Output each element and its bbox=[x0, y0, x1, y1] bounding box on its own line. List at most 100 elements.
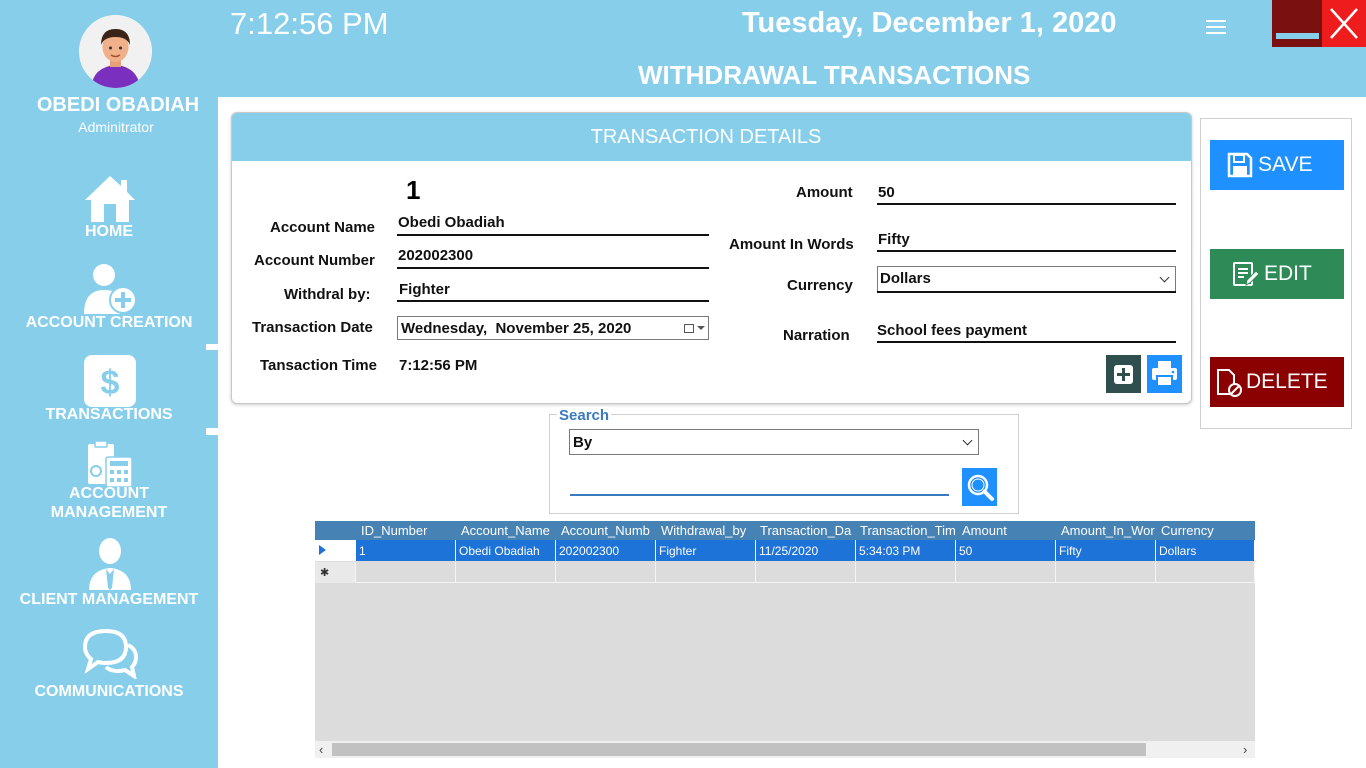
grid-cell[interactable] bbox=[856, 562, 956, 583]
grid-cell[interactable]: 50 bbox=[956, 540, 1056, 561]
grid-cell[interactable]: 5:34:03 PM bbox=[856, 540, 956, 561]
plus-icon bbox=[1114, 365, 1133, 384]
grid-cell[interactable]: 1 bbox=[356, 540, 456, 561]
amount-words-field[interactable]: Fifty bbox=[878, 231, 910, 248]
currency-label: Currency bbox=[787, 277, 853, 294]
column-header[interactable]: Currency bbox=[1161, 523, 1255, 538]
minimize-button[interactable] bbox=[1272, 0, 1322, 47]
add-user-icon bbox=[84, 264, 137, 314]
amount-underline bbox=[877, 203, 1176, 205]
print-button[interactable] bbox=[1147, 355, 1182, 393]
column-header[interactable]: Transaction_Da bbox=[760, 523, 855, 538]
grid-cell[interactable]: Fighter bbox=[656, 540, 756, 561]
sidebar: OBEDI OBADIAH Admin​itrator HOME ACCOUNT… bbox=[0, 0, 218, 768]
transaction-date-label: Transaction Date bbox=[252, 319, 373, 336]
client-icon bbox=[89, 538, 131, 590]
horizontal-scrollbar[interactable]: ‹ › bbox=[315, 741, 1255, 758]
transaction-details-panel: TRANSACTION DETAILS 1 Account Name Obedi… bbox=[231, 112, 1192, 404]
scroll-right-icon[interactable]: › bbox=[1243, 742, 1247, 757]
column-header[interactable]: Amount_In_Wor bbox=[1061, 523, 1156, 538]
account-number-label: Account Number bbox=[254, 252, 375, 269]
grid-cell[interactable] bbox=[1056, 562, 1156, 583]
amount-field[interactable]: 50 bbox=[878, 184, 895, 201]
details-header: TRANSACTION DETAILS bbox=[232, 113, 1191, 161]
nav-home-label: HOME bbox=[85, 223, 133, 240]
grid-cell[interactable] bbox=[656, 562, 756, 583]
table-row[interactable]: 1 Obedi Obadiah 202002300 Fighter 11/25/… bbox=[315, 540, 1255, 561]
search-by-select[interactable]: By bbox=[569, 429, 979, 455]
nav-account-creation[interactable]: ACCOUNT CREATION bbox=[0, 260, 218, 335]
nav-transactions-label: TRANSACTIONS bbox=[45, 406, 173, 423]
minimize-icon bbox=[1276, 33, 1319, 39]
save-button[interactable]: SAVE bbox=[1210, 140, 1344, 190]
search-input[interactable] bbox=[570, 470, 949, 496]
grid-cell[interactable] bbox=[756, 562, 856, 583]
transaction-date-picker[interactable]: Wednesday, November 25, 2020 bbox=[397, 316, 709, 340]
chat-icon bbox=[82, 629, 138, 679]
grid-cell[interactable] bbox=[1156, 562, 1255, 583]
edit-button[interactable]: EDIT bbox=[1210, 249, 1344, 299]
delete-button[interactable]: DELETE bbox=[1210, 357, 1344, 407]
nav-transactions[interactable]: $ TRANSACTIONS bbox=[0, 350, 218, 428]
search-button[interactable] bbox=[962, 468, 997, 506]
new-row-icon: ✱ bbox=[320, 567, 330, 579]
chevron-down-icon bbox=[962, 435, 973, 446]
scrollbar-thumb[interactable] bbox=[332, 743, 1146, 756]
nav-account-management-label-line1: ACCOUNT bbox=[69, 485, 149, 502]
close-icon bbox=[1330, 8, 1358, 39]
search-by-value: By bbox=[573, 434, 593, 451]
column-header[interactable]: ID_Number bbox=[361, 523, 456, 538]
currency-select[interactable]: Dollars bbox=[877, 266, 1176, 292]
grid-cell[interactable]: Obedi Obadiah bbox=[456, 540, 556, 561]
page-title: WITHDRAWAL TRANSACTIONS bbox=[638, 60, 1031, 90]
current-row-icon bbox=[319, 545, 326, 555]
column-header[interactable]: Account_Numb bbox=[561, 523, 656, 538]
grid-cell[interactable]: Dollars bbox=[1156, 540, 1255, 561]
nav-account-management[interactable]: ACCOUNT MANAGEMENT bbox=[0, 440, 218, 522]
details-title: TRANSACTION DETAILS bbox=[590, 126, 822, 148]
account-name-field[interactable]: Obedi Obadiah bbox=[398, 214, 505, 231]
amount-words-underline bbox=[877, 250, 1176, 252]
column-header[interactable]: Withdrawal_by bbox=[661, 523, 756, 538]
new-row[interactable]: ✱ bbox=[315, 562, 1255, 583]
nav-client-management[interactable]: CLIENT MANAGEMENT bbox=[0, 535, 218, 610]
currency-underline bbox=[877, 291, 1176, 293]
user-role: Admin​itrator bbox=[78, 119, 154, 135]
column-header[interactable]: Transaction_Tim bbox=[860, 523, 955, 538]
account-number-field[interactable]: 202002300 bbox=[398, 247, 473, 264]
row-header[interactable] bbox=[315, 540, 356, 561]
column-header[interactable]: Amount bbox=[962, 523, 1057, 538]
narration-field[interactable]: School fees payment bbox=[877, 322, 1027, 339]
nav-communications-label: COMMUNICATIONS bbox=[34, 683, 184, 700]
avatar-icon bbox=[79, 15, 152, 88]
hamburger-menu-icon[interactable] bbox=[1206, 18, 1226, 34]
amount-label: Amount bbox=[796, 184, 853, 201]
withdrawn-by-label: Withdral by: bbox=[284, 286, 371, 303]
nav-communications[interactable]: COMMUNICATIONS bbox=[0, 625, 218, 703]
home-icon bbox=[85, 176, 135, 222]
grid-cell[interactable]: 11/25/2020 bbox=[756, 540, 856, 561]
dropdown-arrow-icon bbox=[697, 326, 705, 330]
add-button[interactable] bbox=[1106, 355, 1141, 393]
nav-account-creation-label: ACCOUNT CREATION bbox=[25, 314, 193, 331]
grid-cell[interactable]: 202002300 bbox=[556, 540, 656, 561]
dollar-icon: $ bbox=[84, 355, 136, 407]
grid-cell[interactable] bbox=[956, 562, 1056, 583]
currency-value: Dollars bbox=[880, 270, 931, 287]
row-header[interactable]: ✱ bbox=[315, 562, 356, 583]
withdrawn-by-field[interactable]: Fighter bbox=[399, 281, 450, 298]
close-button[interactable] bbox=[1322, 0, 1366, 47]
grid-cell[interactable] bbox=[456, 562, 556, 583]
calculator-icon bbox=[88, 441, 133, 487]
nav-account-management-label-line2: MANAGEMENT bbox=[50, 504, 168, 521]
column-header[interactable]: Account_Name bbox=[461, 523, 556, 538]
floppy-disk-icon bbox=[1227, 152, 1253, 178]
delete-document-icon bbox=[1217, 369, 1242, 397]
grid-cell[interactable]: Fifty bbox=[1056, 540, 1156, 561]
nav-home[interactable]: HOME bbox=[0, 170, 218, 242]
grid-header: ID_Number Account_Name Account_Numb With… bbox=[315, 521, 1255, 540]
grid-cell[interactable] bbox=[356, 562, 456, 583]
grid-cell[interactable] bbox=[556, 562, 656, 583]
scroll-left-icon[interactable]: ‹ bbox=[319, 742, 323, 757]
transactions-grid[interactable]: ID_Number Account_Name Account_Numb With… bbox=[315, 521, 1255, 758]
